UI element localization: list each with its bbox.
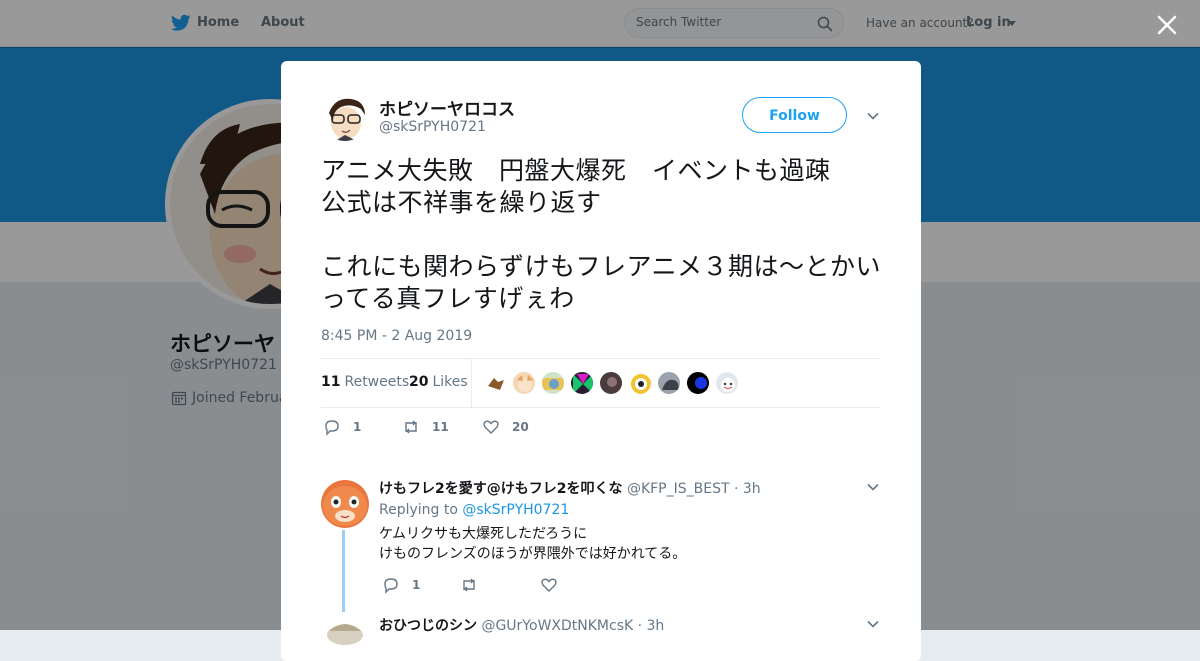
retweet-icon [463,578,475,592]
retweets-label: Retweets [344,374,410,390]
reply-avatar[interactable] [321,617,369,661]
like-icon [541,578,557,592]
replying-to-link[interactable]: @skSrPYH0721 [462,502,569,518]
retweet-action[interactable]: 11 [402,418,452,438]
retweets-count: 11 [321,374,341,390]
author-handle[interactable]: @skSrPYH0721 [379,119,486,135]
tweet-text: アニメ大失敗 円盤大爆死 イベントも過疎 公式は不祥事を繰り返す これにも関わら… [321,156,882,313]
thread-connector [342,530,345,612]
liker-avatar[interactable] [483,371,507,395]
author-avatar[interactable] [321,93,369,141]
like-icon [483,420,499,434]
tweet-timestamp[interactable]: 8:45 PM - 2 Aug 2019 [321,328,472,344]
replying-to: Replying to @skSrPYH0721 [379,502,569,518]
reply-text: ケムリクサも大爆死しただろうに けものフレンズのほうが界隈外では好かれてる。 [379,526,687,562]
replying-to-prefix: Replying to [379,502,458,518]
tweet-permalink-modal: ホピソーヤロコス @skSrPYH0721 Follow アニメ大失敗 円盤大爆… [281,61,921,661]
reply-action[interactable]: 1 [323,418,373,438]
reply-author-name[interactable]: おひつじのシン [379,618,477,634]
reply-header: おひつじのシン @GUrYoWXDtNKMcsK · 3h [379,615,664,635]
tweet-stats: 11 Retweets 20 Likes [321,358,881,408]
likes-label: Likes [432,374,468,390]
chevron-down-icon[interactable] [866,617,880,631]
liker-avatar[interactable] [715,371,739,395]
retweet-action[interactable] [460,576,484,596]
likes-stat[interactable]: 20 Likes [409,374,468,390]
liker-avatar[interactable] [686,371,710,395]
like-count: 20 [512,420,529,434]
reply-time[interactable]: · 3h [734,481,761,497]
follow-button[interactable]: Follow [742,97,847,133]
reply-icon [384,578,398,594]
reply-count: 1 [412,578,421,592]
chevron-down-icon[interactable] [866,480,880,494]
close-icon[interactable] [1155,13,1179,37]
liker-avatar[interactable] [628,371,652,395]
like-action[interactable] [540,576,564,596]
retweet-icon [405,420,417,434]
liker-avatar[interactable] [599,371,623,395]
retweet-count: 11 [432,420,449,434]
stats-divider [471,359,472,407]
retweets-stat[interactable]: 11 Retweets [321,374,409,390]
like-action[interactable]: 20 [482,418,532,438]
liker-avatar[interactable] [657,371,681,395]
reply-author-handle[interactable]: @KFP_IS_BEST [627,481,730,497]
liker-avatar[interactable] [512,371,536,395]
chevron-down-icon[interactable] [866,109,880,123]
reply-count: 1 [353,420,362,434]
reply-action[interactable]: 1 [382,576,432,596]
reply-author-name[interactable]: けもフレ2を愛す@けもフレ2を叩くな [379,481,622,497]
reply-icon [325,420,339,436]
likes-count: 20 [409,374,429,390]
liker-avatar[interactable] [570,371,594,395]
reply-avatar[interactable] [321,480,369,528]
reply-header: けもフレ2を愛す@けもフレ2を叩くな @KFP_IS_BEST · 3h [379,478,761,498]
author-name[interactable]: ホピソーヤロコス [379,95,515,120]
reply-time[interactable]: · 3h [638,618,665,634]
liker-avatar[interactable] [541,371,565,395]
reply-author-handle[interactable]: @GUrYoWXDtNKMcsK [481,618,633,634]
